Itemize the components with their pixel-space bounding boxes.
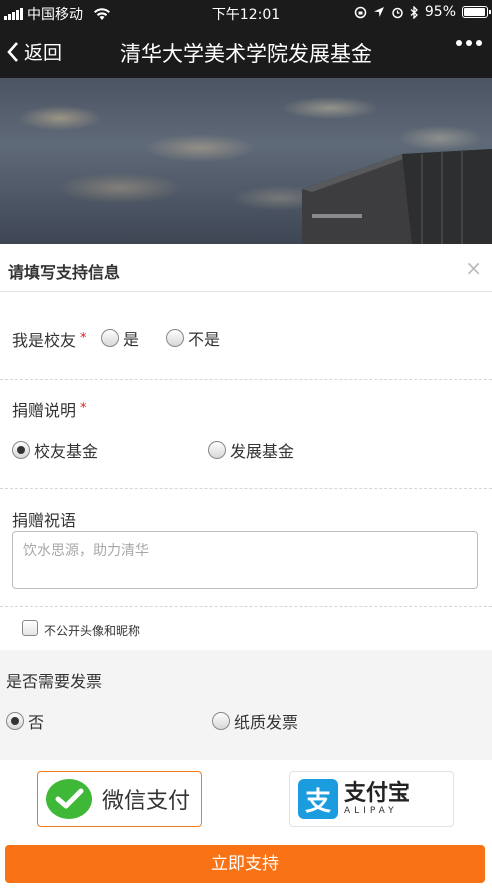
more-dot-icon [456,40,462,46]
alumni-no-radio[interactable]: 不是 [166,326,220,350]
donation-desc-label: 捐赠说明 [12,401,77,420]
divider [0,606,492,607]
divider [0,379,492,380]
radio-circle-icon [212,712,230,730]
close-icon[interactable]: × [465,256,482,280]
alumni-fund-radio[interactable]: 校友基金 [12,438,98,462]
alipay-label: 支付宝 [344,781,411,806]
radio-label: 是 [123,330,140,349]
alipay-en-label: ALIPAY [344,806,398,816]
radio-label: 发展基金 [230,442,295,461]
nav-bar: 返回 清华大学美术学院发展基金 [0,26,492,78]
alumni-yes-radio[interactable]: 是 [101,326,139,350]
banner-image [0,78,492,244]
donation-desc-heading: 捐赠说明 * [12,397,87,421]
submit-button[interactable]: 立即支持 [5,845,485,883]
anonymous-label: 不公开头像和昵称 [44,624,141,638]
bluetooth-icon [410,5,418,19]
radio-label: 纸质发票 [234,713,299,732]
radio-checked-icon [12,441,30,459]
battery-icon [462,6,491,18]
radio-label: 不是 [188,330,221,349]
more-dot-icon [476,40,482,46]
alarm-icon [392,7,403,18]
wechat-pay-icon [46,779,92,819]
message-textarea[interactable]: 饮水思源，助力清华 [12,531,478,589]
invoice-section: 是否需要发票 否 纸质发票 [0,650,492,760]
development-fund-radio[interactable]: 发展基金 [208,438,294,462]
alumni-row: 我是校友 * 是 不是 [0,325,492,350]
divider [0,488,492,489]
alipay-icon: 支 [298,779,338,819]
radio-label: 校友基金 [34,442,99,461]
wechat-pay-label: 微信支付 [102,789,191,814]
screen-lock-icon [354,6,367,18]
building-image [302,149,492,244]
status-bar: 中国移动 下午12:01 95% [0,0,492,26]
radio-circle-icon [166,329,184,347]
page-title: 清华大学美术学院发展基金 [120,42,372,66]
invoice-no-radio[interactable]: 否 [6,709,44,733]
location-icon [373,7,384,17]
radio-circle-icon [208,441,226,459]
alumni-label: 我是校友 [12,331,77,350]
battery-percent: 95% [424,4,456,20]
modal-title: 请填写支持信息 [8,263,121,282]
modal-header: 请填写支持信息 × [0,244,492,292]
radio-label: 否 [28,713,45,732]
more-dot-icon [466,40,472,46]
more-button[interactable] [456,40,482,46]
anonymous-checkbox[interactable] [22,620,38,636]
wechat-pay-button[interactable]: 微信支付 [37,771,202,827]
invoice-label: 是否需要发票 [6,672,103,691]
required-mark: * [80,331,87,346]
invoice-paper-radio[interactable]: 纸质发票 [212,709,298,733]
alipay-button[interactable]: 支 支付宝 ALIPAY [289,771,454,827]
required-mark: * [80,401,87,416]
radio-circle-icon [101,329,119,347]
message-label: 捐赠祝语 [12,511,77,530]
radio-checked-icon [6,712,24,730]
